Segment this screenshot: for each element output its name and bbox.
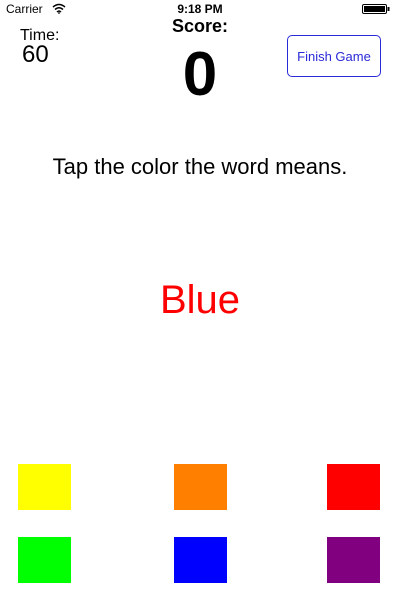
instruction-text: Tap the color the word means. <box>52 154 348 179</box>
battery-icon <box>362 4 390 14</box>
swatch-red[interactable] <box>327 464 380 510</box>
swatch-purple[interactable] <box>327 537 380 583</box>
status-clock: 9:18 PM <box>177 2 223 16</box>
prompt-word: Blue <box>159 278 241 322</box>
swatch-green[interactable] <box>18 537 71 583</box>
finish-game-button[interactable]: Finish Game <box>287 35 381 77</box>
swatch-blue[interactable] <box>174 537 227 583</box>
swatch-yellow[interactable] <box>18 464 71 510</box>
score-label: Score: <box>171 16 229 36</box>
swatch-orange[interactable] <box>174 464 227 510</box>
